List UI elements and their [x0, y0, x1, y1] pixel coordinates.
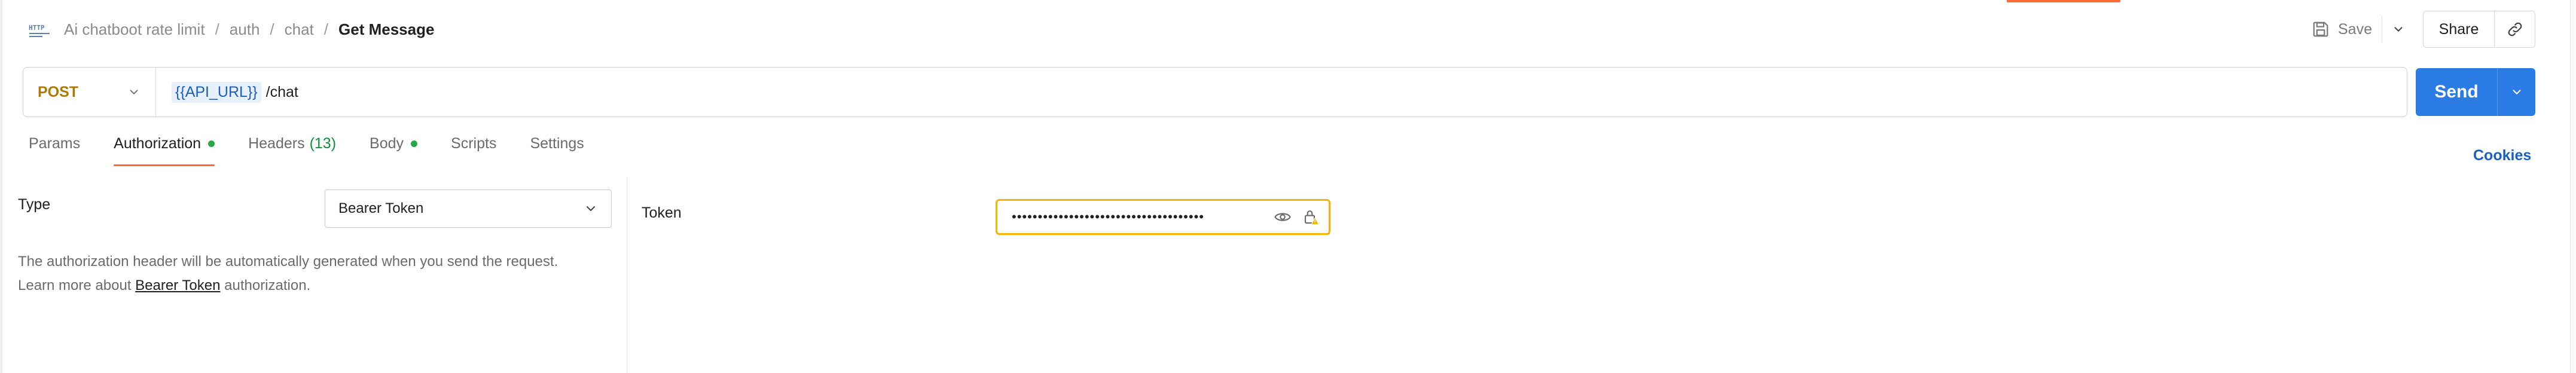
tab-label: Authorization [114, 135, 202, 152]
breadcrumb-separator: / [215, 20, 219, 38]
tab-label: Body [370, 135, 404, 152]
tab-body[interactable]: Body [370, 135, 418, 166]
tab-label: Scripts [451, 135, 497, 152]
right-sidebar-edge [2570, 0, 2576, 373]
request-tabs: Params Authorization Headers (13) Body S… [29, 135, 618, 166]
send-chevron-down-icon [2512, 90, 2521, 94]
auth-type-label: Type [18, 196, 51, 213]
url-variable[interactable]: {{API_URL}} [172, 81, 261, 103]
token-masked-value: ••••••••••••••••••••••••••••••••••••• [1012, 209, 1204, 224]
save-button[interactable]: Save [2338, 21, 2372, 38]
url-path: /chat [265, 83, 298, 100]
tab-headers[interactable]: Headers (13) [248, 135, 336, 166]
learn-more-prefix: Learn more about [18, 277, 132, 293]
eye-icon[interactable] [1274, 208, 1292, 226]
share-button-group: Share [2423, 11, 2535, 48]
bearer-token-link[interactable]: Bearer Token [135, 277, 220, 293]
token-input[interactable]: ••••••••••••••••••••••••••••••••••••• [996, 199, 1330, 235]
learn-more-suffix: authorization. [224, 277, 311, 293]
send-button[interactable]: Send [2416, 82, 2497, 102]
breadcrumb-folder-auth[interactable]: auth [230, 20, 260, 39]
tab-settings[interactable]: Settings [530, 135, 584, 166]
breadcrumb-separator: / [323, 20, 329, 38]
breadcrumb-collection[interactable]: Ai chatboot rate limit [64, 20, 205, 39]
breadcrumb-folder-chat[interactable]: chat [285, 20, 314, 39]
auth-description: The authorization header will be automat… [18, 250, 616, 298]
url-bar: POST {{API_URL}} /chat [23, 67, 2407, 117]
save-button-group: Save [2312, 16, 2405, 43]
request-editor: HTTP Ai chatboot rate limit / auth / cha… [0, 0, 2576, 373]
method-label: POST [38, 83, 79, 100]
auth-description-line: The authorization header will be automat… [18, 253, 558, 270]
tab-params[interactable]: Params [29, 135, 80, 166]
lock-warning-icon[interactable] [1302, 208, 1320, 226]
auth-description-learn-more: Learn more about Bearer Token authorizat… [18, 274, 616, 298]
tab-status-dot [208, 140, 215, 147]
auth-type-chevron-down-icon [587, 206, 595, 211]
auth-type-select[interactable]: Bearer Token [325, 189, 612, 228]
tab-scripts[interactable]: Scripts [451, 135, 496, 166]
tab-label: Settings [530, 135, 584, 152]
save-icon[interactable] [2312, 20, 2330, 38]
tab-count: (13) [309, 135, 337, 152]
share-button[interactable]: Share [2424, 21, 2494, 38]
request-header: HTTP Ai chatboot rate limit / auth / cha… [0, 0, 2565, 60]
cookies-link[interactable]: Cookies [2473, 147, 2531, 164]
method-chevron-down-icon [130, 90, 138, 94]
send-options-button[interactable] [2498, 85, 2535, 99]
link-icon [2508, 22, 2522, 36]
tab-label: Headers [248, 135, 305, 152]
send-button-group: Send [2416, 68, 2535, 116]
breadcrumb-separator: / [270, 20, 274, 38]
token-label: Token [642, 204, 682, 221]
method-select[interactable]: POST [23, 68, 156, 117]
breadcrumb: Ai chatboot rate limit / auth / chat / G… [64, 19, 434, 39]
request-name[interactable]: Get Message [338, 20, 434, 39]
auth-type-value: Bearer Token [338, 200, 424, 216]
http-request-icon: HTTP [29, 24, 50, 37]
svg-text:HTTP: HTTP [29, 24, 45, 32]
tab-authorization[interactable]: Authorization [114, 135, 215, 166]
save-options-chevron-down-icon[interactable] [2392, 23, 2405, 36]
copy-link-button[interactable] [2495, 20, 2535, 38]
tab-label: Params [29, 135, 81, 152]
tab-status-dot [411, 140, 418, 147]
url-input[interactable]: {{API_URL}} /chat [156, 81, 298, 103]
token-actions [1274, 208, 1329, 226]
